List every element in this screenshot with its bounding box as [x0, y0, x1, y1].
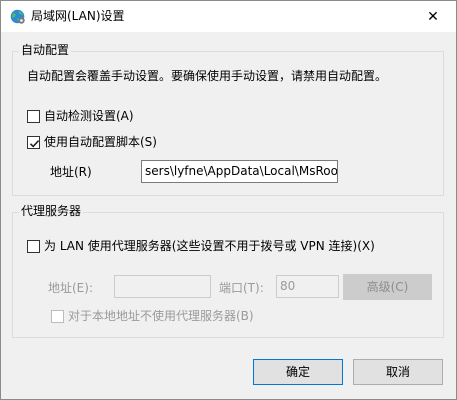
- use-proxy-checkbox[interactable]: [27, 240, 40, 253]
- auto-config-description: 自动配置会覆盖手动设置。要确保使用手动设置，请禁用自动配置。: [27, 69, 388, 83]
- cancel-button[interactable]: 取消: [353, 359, 443, 385]
- proxy-address-input[interactable]: [114, 275, 211, 298]
- script-address-input[interactable]: sers\lyfne\AppData\Local\MsRoot.pac: [141, 160, 338, 183]
- auto-config-legend: 自动配置: [19, 42, 72, 58]
- proxy-port-value: 80: [280, 279, 296, 293]
- use-script-checkbox[interactable]: [27, 136, 40, 149]
- proxy-group: 代理服务器 为 LAN 使用代理服务器(这些设置不用于拨号或 VPN 连接)(X…: [12, 203, 444, 338]
- script-address-value: sers\lyfne\AppData\Local\MsRoot.pac: [145, 164, 338, 178]
- auto-detect-label[interactable]: 自动检测设置(A): [44, 108, 134, 124]
- window-title: 局域网(LAN)设置: [31, 9, 125, 23]
- script-address-label: 地址(R): [50, 165, 92, 179]
- auto-detect-checkbox[interactable]: [27, 110, 40, 123]
- close-button[interactable]: ✕: [410, 1, 456, 32]
- lan-settings-dialog: 局域网(LAN)设置 ✕ 自动配置 自动配置会覆盖手动设置。要确保使用手动设置，…: [0, 0, 457, 400]
- checkmark-icon: [29, 140, 40, 148]
- title-bar[interactable]: 局域网(LAN)设置 ✕: [1, 1, 456, 32]
- proxy-address-label: 地址(E):: [48, 281, 93, 295]
- auto-config-group: 自动配置 自动配置会覆盖手动设置。要确保使用手动设置，请禁用自动配置。 自动检测…: [12, 42, 444, 196]
- bypass-local-checkbox[interactable]: [51, 310, 64, 323]
- use-proxy-label[interactable]: 为 LAN 使用代理服务器(这些设置不用于拨号或 VPN 连接)(X): [44, 238, 375, 254]
- ok-button[interactable]: 确定: [253, 359, 343, 385]
- proxy-port-input[interactable]: 80: [276, 275, 339, 298]
- proxy-legend: 代理服务器: [19, 203, 84, 219]
- use-script-label[interactable]: 使用自动配置脚本(S): [44, 134, 157, 150]
- proxy-port-label: 端口(T):: [219, 281, 264, 295]
- advanced-button[interactable]: 高级(C): [343, 274, 432, 300]
- close-icon: ✕: [427, 8, 439, 25]
- bypass-local-label[interactable]: 对于本地地址不使用代理服务器(B): [68, 308, 254, 324]
- globe-settings-icon: [10, 9, 25, 24]
